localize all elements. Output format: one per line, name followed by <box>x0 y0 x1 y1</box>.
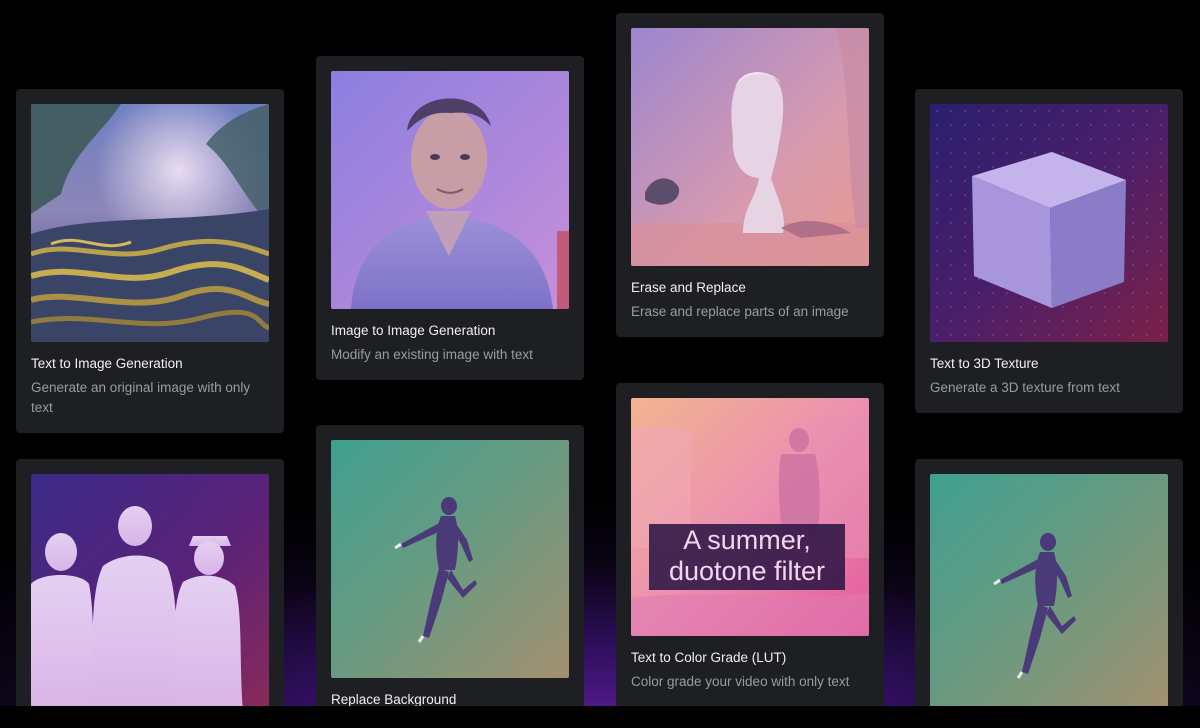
thumbnail-dancer <box>930 474 1168 712</box>
card-description: Color grade your video with only text <box>631 674 850 689</box>
card-erase-and-replace[interactable]: Erase and Replace Erase and replace part… <box>616 13 884 337</box>
thumbnail-dancer <box>331 440 569 678</box>
card-text-to-color-grade[interactable]: A summer, duotone filter Text to Color G… <box>616 383 884 707</box>
bottom-bar <box>0 706 1200 728</box>
card-description: Generate a 3D texture from text <box>930 380 1120 395</box>
card-text-to-3d-texture[interactable]: Text to 3D Texture Generate a 3D texture… <box>915 89 1183 413</box>
card-title: Text to Image Generation <box>31 356 183 371</box>
card-description: Erase and replace parts of an image <box>631 304 849 319</box>
thumbnail-3d-cube <box>930 104 1168 342</box>
card-text-to-image[interactable]: Text to Image Generation Generate an ori… <box>16 89 284 433</box>
card-title: Image to Image Generation <box>331 323 496 338</box>
thumbnail-man-portrait <box>331 71 569 309</box>
lut-overlay-text: A summer, duotone filter <box>649 524 845 590</box>
thumbnail-greek-bust <box>631 28 869 266</box>
card-description: Modify an existing image with text <box>331 347 533 362</box>
card-image-to-image[interactable]: Image to Image Generation Modify an exis… <box>316 56 584 380</box>
thumbnail-duotone-street: A summer, duotone filter <box>631 398 869 636</box>
thumbnail-mossy-forest <box>31 104 269 342</box>
thumbnail-people-silhouettes <box>31 474 269 712</box>
card-description: Generate an original image with only tex… <box>31 380 251 415</box>
card-title: Text to Color Grade (LUT) <box>631 650 787 665</box>
card-replace-background[interactable]: Replace Background <box>316 425 584 723</box>
card-title: Erase and Replace <box>631 280 746 295</box>
card-title: Text to 3D Texture <box>930 356 1039 371</box>
card-people-silhouettes[interactable] <box>16 459 284 727</box>
card-dancer[interactable] <box>915 459 1183 727</box>
